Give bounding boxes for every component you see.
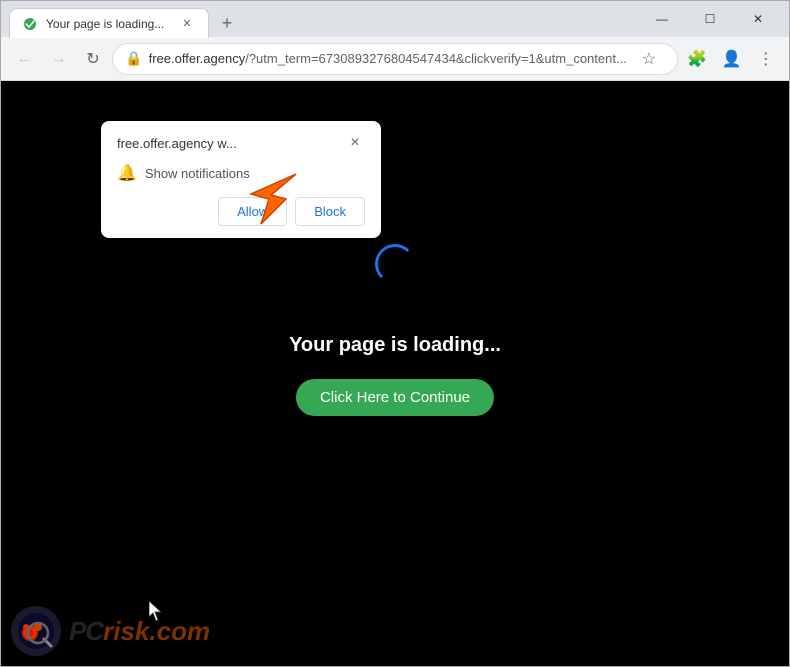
menu-button[interactable]: ⋮ bbox=[751, 43, 781, 75]
watermark-text: PCrisk.com bbox=[69, 615, 210, 647]
extensions-button[interactable]: 🧩 bbox=[682, 43, 712, 75]
lock-icon: 🔒 bbox=[125, 50, 142, 67]
tab-close-button[interactable]: ✕ bbox=[178, 15, 196, 33]
close-window-button[interactable]: ✕ bbox=[735, 3, 781, 35]
bookmark-button[interactable]: ☆ bbox=[633, 43, 665, 75]
web-content: Your page is loading... Click Here to Co… bbox=[1, 81, 789, 666]
popup-close-button[interactable]: × bbox=[345, 133, 365, 153]
forward-button[interactable]: → bbox=[43, 43, 73, 75]
new-tab-button[interactable]: + bbox=[213, 9, 241, 37]
watermark: PCrisk.com bbox=[11, 606, 210, 656]
browser-window: Your page is loading... ✕ + — ☐ ✕ ← → ↻ … bbox=[0, 0, 790, 667]
block-button[interactable]: Block bbox=[295, 197, 365, 226]
notification-popup: free.offer.agency w... × 🔔 Show notifica… bbox=[101, 121, 381, 238]
bell-icon: 🔔 bbox=[117, 163, 137, 183]
address-text: free.offer.agency/?utm_term=673089327680… bbox=[149, 51, 627, 66]
spinner-container bbox=[375, 244, 415, 284]
window-controls: — ☐ ✕ bbox=[639, 3, 781, 35]
titlebar: Your page is loading... ✕ + — ☐ ✕ bbox=[1, 1, 789, 37]
tab-area: Your page is loading... ✕ + bbox=[9, 1, 639, 37]
popup-header: free.offer.agency w... × bbox=[117, 133, 365, 153]
back-button[interactable]: ← bbox=[9, 43, 39, 75]
tab-title: Your page is loading... bbox=[46, 17, 170, 31]
popup-site-name: free.offer.agency w... bbox=[117, 136, 237, 151]
maximize-button[interactable]: ☐ bbox=[687, 3, 733, 35]
reload-button[interactable]: ↻ bbox=[78, 43, 108, 75]
allow-button[interactable]: Allow bbox=[218, 197, 287, 226]
address-domain: free.offer.agency bbox=[149, 51, 246, 66]
loading-text: Your page is loading... bbox=[289, 334, 501, 357]
address-bar[interactable]: 🔒 free.offer.agency/?utm_term=6730893276… bbox=[112, 43, 678, 75]
popup-notification-row: 🔔 Show notifications bbox=[117, 163, 365, 183]
active-tab[interactable]: Your page is loading... ✕ bbox=[9, 8, 209, 38]
popup-buttons: Allow Block bbox=[117, 197, 365, 226]
tab-favicon bbox=[22, 16, 38, 32]
address-path: /?utm_term=6730893276804547434&clickveri… bbox=[245, 51, 627, 66]
profile-button[interactable]: 👤 bbox=[716, 43, 746, 75]
popup-notification-text: Show notifications bbox=[145, 166, 250, 181]
toolbar: ← → ↻ 🔒 free.offer.agency/?utm_term=6730… bbox=[1, 37, 789, 81]
loading-spinner bbox=[375, 244, 415, 284]
pcrisk-logo bbox=[11, 606, 61, 656]
continue-button[interactable]: Click Here to Continue bbox=[296, 379, 494, 416]
minimize-button[interactable]: — bbox=[639, 3, 685, 35]
